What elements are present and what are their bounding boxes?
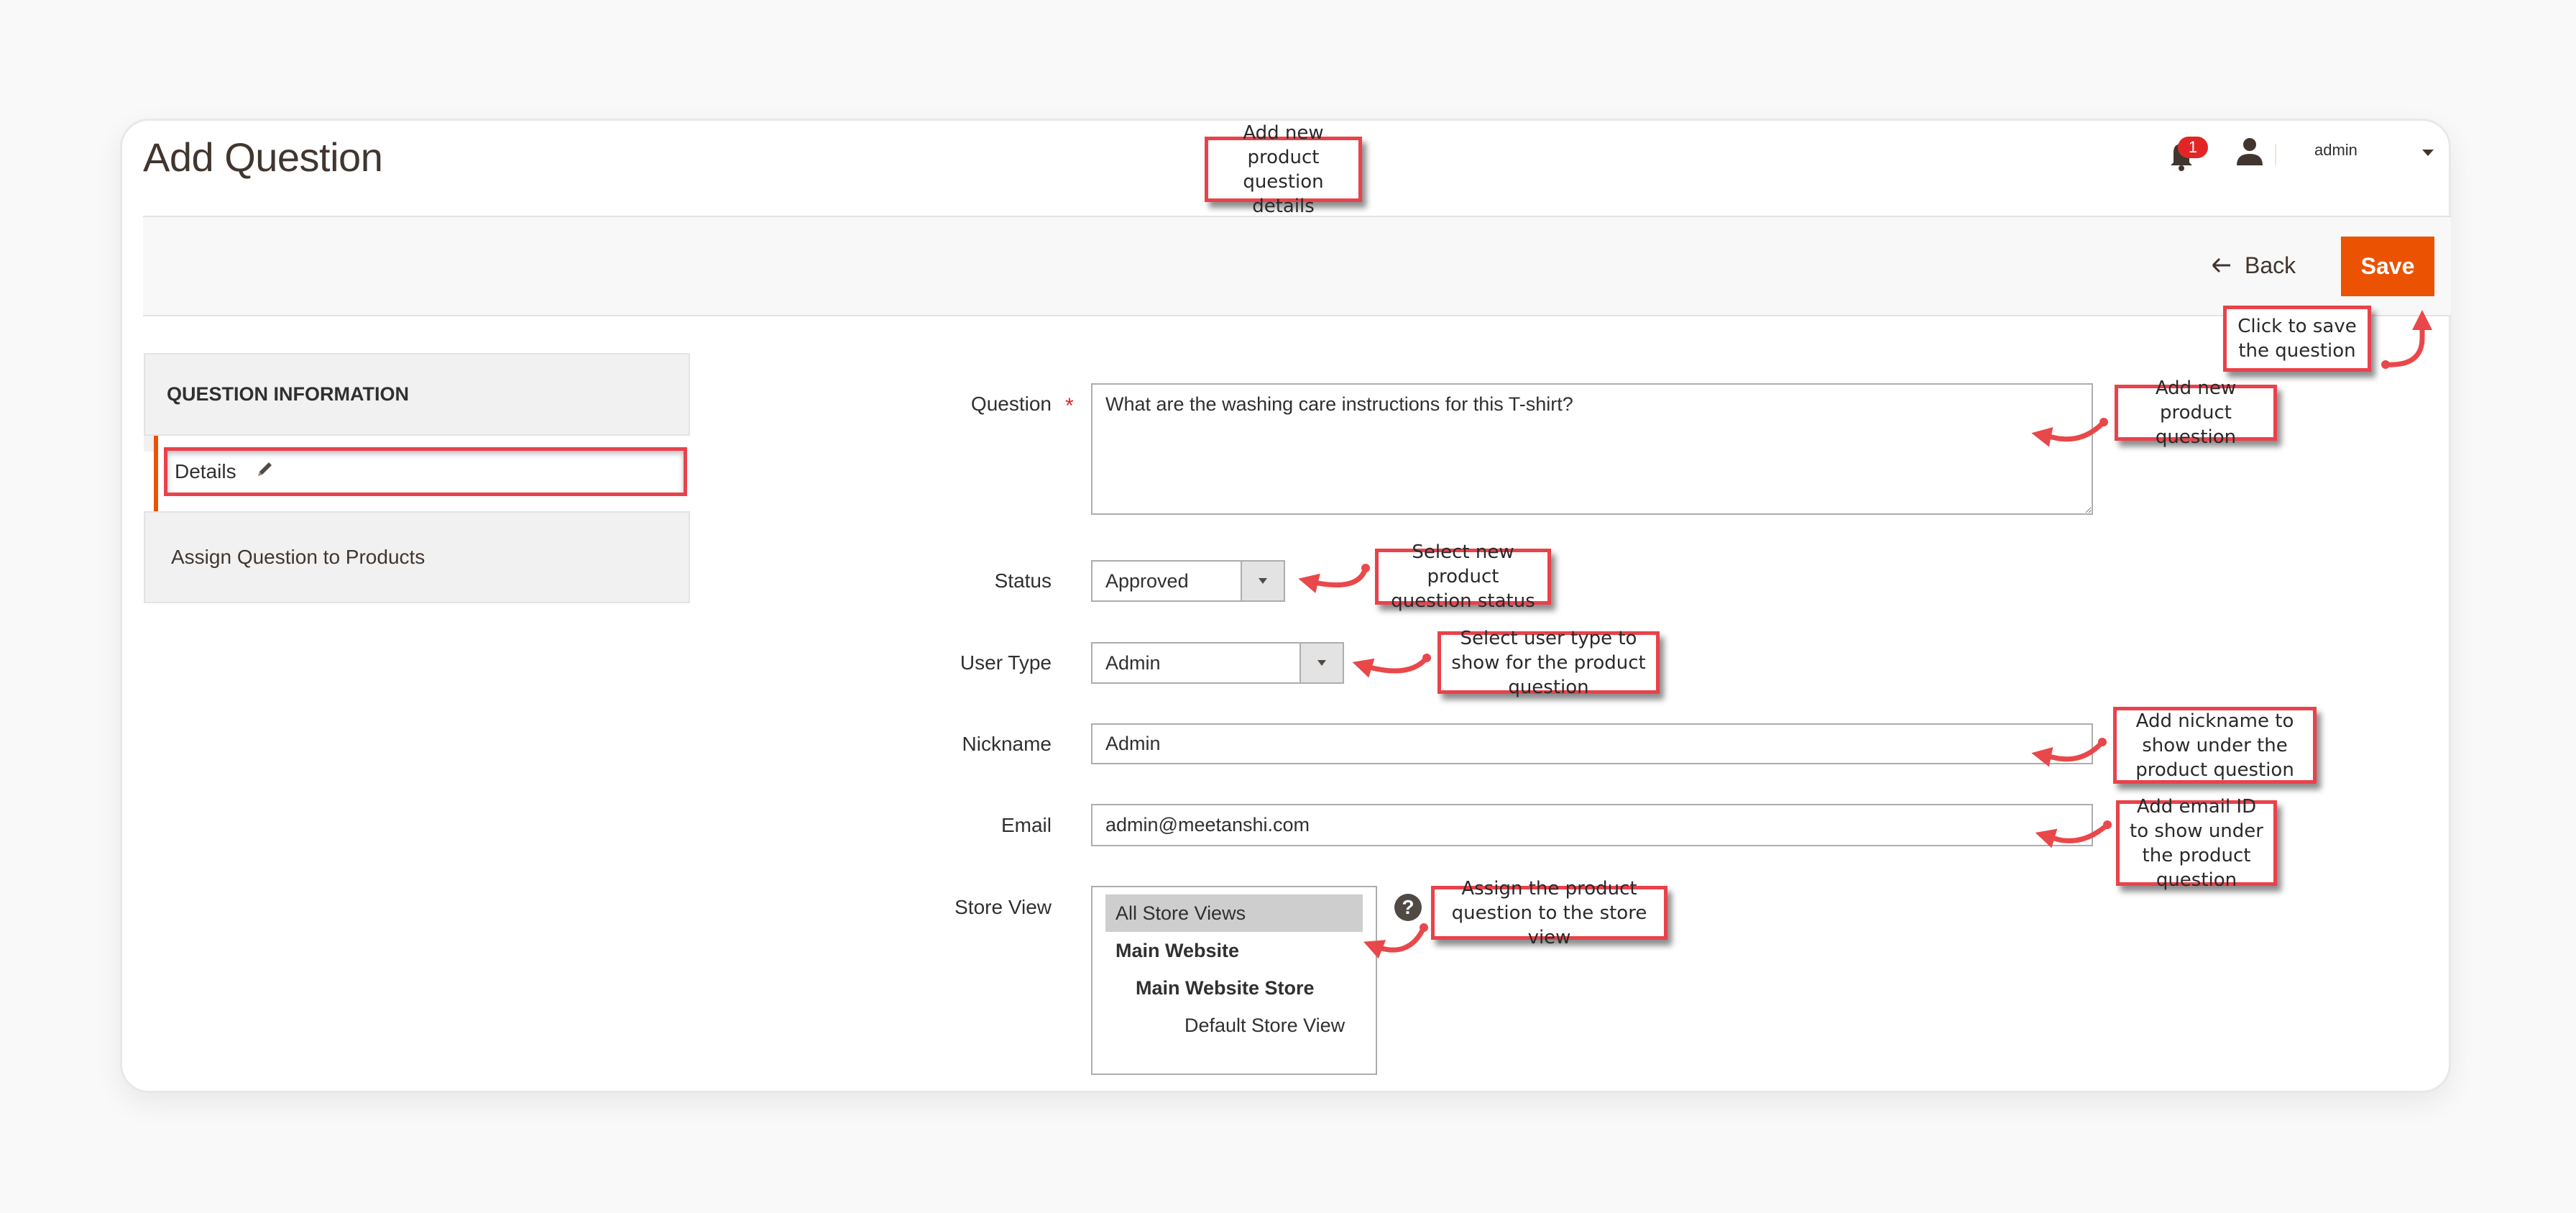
status-dropdown-button[interactable]	[1241, 562, 1284, 600]
status-value: Approved	[1105, 569, 1189, 592]
user-icon	[2237, 138, 2263, 165]
user-type-select[interactable]: Admin	[1091, 642, 1344, 684]
user-account-button[interactable]	[2235, 137, 2264, 165]
save-button[interactable]: Save	[2341, 237, 2434, 296]
arrow-left-icon	[2212, 252, 2232, 279]
question-textarea[interactable]: What are the washing care instructions f…	[1091, 383, 2093, 515]
sidebar-item-details[interactable]: Details	[164, 447, 687, 496]
annotation-save: Click to save the question	[2223, 306, 2371, 372]
chevron-down-icon	[1317, 660, 1326, 666]
user-type-dropdown-button[interactable]	[1300, 644, 1343, 682]
store-view-option[interactable]: All Store Views	[1105, 894, 1363, 932]
notification-count-badge: 1	[2178, 137, 2208, 158]
store-view-option[interactable]: Main Website Store	[1105, 969, 1363, 1007]
email-label: Email	[1000, 814, 1052, 836]
annotation-user-type: Select user type to show for the product…	[1438, 628, 1660, 698]
nickname-label: Nickname	[962, 733, 1052, 755]
status-label: Status	[994, 569, 1052, 592]
header-separator	[2275, 144, 2276, 165]
back-button[interactable]: Back	[2212, 249, 2296, 282]
sidebar-item-label: Details	[175, 460, 236, 482]
status-select[interactable]: Approved	[1091, 560, 1285, 602]
account-dropdown-caret-icon[interactable]	[2422, 150, 2434, 156]
question-label: Question	[970, 393, 1052, 415]
annotation-question: Add new product question	[2115, 377, 2277, 448]
email-input[interactable]	[1091, 804, 2093, 846]
chevron-down-icon	[1259, 578, 1267, 584]
sidebar-section-title: QUESTION INFORMATION	[144, 353, 690, 436]
store-view-label: Store View	[954, 896, 1052, 918]
page-actions-bar	[143, 217, 2451, 316]
sidebar-item-assign-products[interactable]: Assign Question to Products	[144, 511, 690, 603]
user-type-value: Admin	[1105, 651, 1161, 674]
user-type-label: User Type	[960, 651, 1052, 674]
store-view-multiselect[interactable]: All Store Views Main Website Main Websit…	[1091, 886, 1377, 1075]
required-mark: *	[1065, 394, 1074, 418]
annotation-status: Select new product question status	[1375, 541, 1551, 612]
admin-username[interactable]: admin	[2314, 141, 2358, 160]
back-label: Back	[2245, 252, 2296, 278]
help-icon[interactable]: ?	[1394, 894, 1422, 921]
annotation-nickname: Add nickname to show under the product q…	[2113, 707, 2317, 784]
store-view-option[interactable]: Default Store View	[1105, 1007, 1363, 1044]
page-title: Add Question	[143, 134, 383, 180]
annotation-page-details: Add new product question details	[1205, 122, 1362, 217]
annotation-store-view: Assign the product question to the store…	[1431, 878, 1668, 948]
pencil-icon	[255, 460, 274, 484]
nickname-input[interactable]	[1091, 723, 2093, 764]
annotation-email: Add email ID to show under the product q…	[2116, 796, 2277, 891]
store-view-option[interactable]: Main Website	[1105, 932, 1363, 969]
